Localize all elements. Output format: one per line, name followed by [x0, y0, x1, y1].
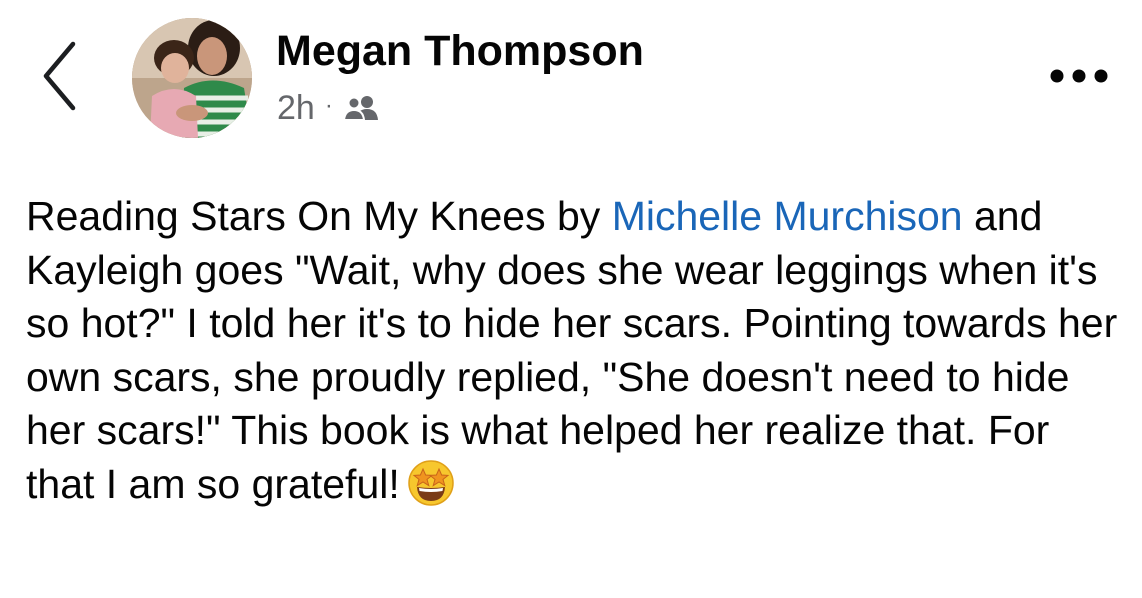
post-text-part-2: and Kayleigh goes "Wait, why does she we…	[26, 193, 1118, 507]
post-body: Reading Stars On My Knees by Michelle Mu…	[26, 190, 1120, 522]
back-button[interactable]	[30, 40, 90, 112]
post-text-part-1: Reading Stars On My Knees by	[26, 193, 601, 239]
meta-separator: ·	[324, 92, 333, 119]
avatar[interactable]	[132, 18, 252, 138]
friends-icon[interactable]	[342, 94, 379, 122]
post-timestamp[interactable]: 2h	[277, 91, 315, 125]
post-meta: 2h ·	[277, 86, 379, 130]
profile-photo	[132, 18, 252, 138]
more-horizontal-icon	[1050, 69, 1108, 83]
star-struck-emoji-icon	[406, 458, 456, 522]
more-options-button[interactable]	[1044, 58, 1114, 94]
chevron-left-icon	[43, 41, 76, 111]
author-mention-link[interactable]: Michelle Murchison	[612, 193, 963, 239]
author-name[interactable]: Megan Thompson	[276, 26, 644, 78]
